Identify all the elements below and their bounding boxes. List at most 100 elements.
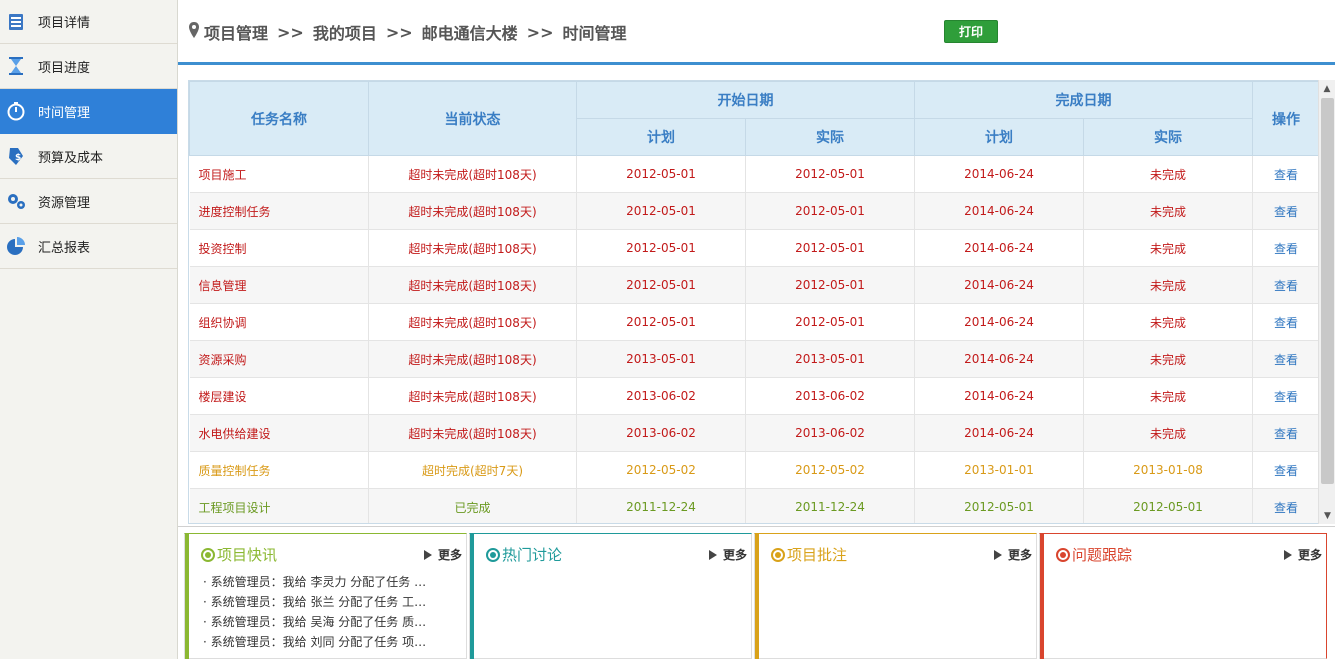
list-item[interactable]: 系统管理员：我给 李灵力 分配了任务 …	[203, 572, 458, 592]
sidebar-item-resource-management[interactable]: 资源管理	[0, 179, 177, 224]
cell-start-planned: 2011-12-24	[576, 488, 746, 523]
cell-status: 超时未完成(超时108天)	[368, 377, 577, 415]
cell-task-name: 质量控制任务	[189, 451, 369, 489]
cell-end-planned: 2014-06-24	[914, 229, 1084, 267]
view-link[interactable]: 查看	[1252, 451, 1320, 489]
view-link[interactable]: 查看	[1252, 303, 1320, 341]
panel-title-text: 问题跟踪	[1072, 546, 1133, 564]
more-label: 更多	[1297, 548, 1322, 562]
cell-end-planned: 2013-01-01	[914, 451, 1084, 489]
sidebar-item-time-management[interactable]: 时间管理	[0, 89, 177, 134]
task-table-container: 任务名称 当前状态 开始日期 完成日期 操作 计划 实际 计划 实际 项目施工超…	[188, 80, 1335, 524]
column-header-action: 操作	[1252, 81, 1320, 156]
cell-end-actual: 2013-01-08	[1083, 451, 1253, 489]
breadcrumb-item-project-management[interactable]: 项目管理	[204, 20, 268, 44]
panel-title: 热门讨论	[486, 544, 562, 565]
sidebar-item-project-progress[interactable]: 项目进度	[0, 44, 177, 89]
more-label: 更多	[437, 548, 462, 562]
location-pin-icon	[188, 21, 200, 43]
scrollbar-thumb[interactable]	[1321, 98, 1334, 484]
panel-title: 项目批注	[771, 544, 847, 565]
sidebar-item-project-details[interactable]: 项目详情	[0, 0, 177, 44]
cell-start-actual: 2012-05-01	[745, 155, 915, 193]
cell-task-name: 项目施工	[189, 155, 369, 193]
price-tag-icon: $	[6, 146, 26, 166]
cell-status: 超时未完成(超时108天)	[368, 229, 577, 267]
section-divider	[178, 526, 1335, 527]
print-button[interactable]: 打印	[944, 20, 998, 43]
cell-task-name: 组织协调	[189, 303, 369, 341]
cell-start-planned: 2012-05-01	[576, 155, 746, 193]
view-link[interactable]: 查看	[1252, 192, 1320, 230]
breadcrumb-item-current: 时间管理	[562, 24, 627, 43]
cell-start-actual: 2011-12-24	[745, 488, 915, 523]
svg-text:$: $	[15, 153, 21, 163]
breadcrumb-separator: >>	[277, 22, 304, 42]
table-row: 项目施工 超时未完成(超时108天) 2012-05-01 2012-05-01 201…	[189, 155, 1320, 193]
breadcrumb-item-project[interactable]: 邮电通信大楼	[422, 20, 518, 44]
cell-status: 超时未完成(超时108天)	[368, 266, 577, 304]
breadcrumb-separator: >>	[385, 22, 413, 42]
sidebar-item-label: 预算及成本	[38, 150, 104, 166]
cell-end-planned: 2014-06-24	[914, 303, 1084, 341]
column-header-end-date: 完成日期	[914, 81, 1253, 119]
header: 项目管理 >> 我的项目 >> 邮电通信大楼 >> 时间管理 打印	[178, 0, 1335, 62]
sidebar-item-summary-report[interactable]: 汇总报表	[0, 224, 177, 269]
cell-start-planned: 2013-06-02	[576, 414, 746, 452]
cell-start-actual: 2013-05-01	[745, 340, 915, 378]
cell-end-actual: 未完成	[1083, 377, 1253, 415]
cell-end-planned: 2014-06-24	[914, 155, 1084, 193]
view-link[interactable]: 查看	[1252, 266, 1320, 304]
view-link[interactable]: 查看	[1252, 340, 1320, 378]
panel-title-text: 热门讨论	[502, 546, 563, 564]
more-link[interactable]: 更多	[1283, 546, 1322, 563]
view-link[interactable]: 查看	[1252, 155, 1320, 193]
breadcrumb-item-my-projects[interactable]: 我的项目	[313, 20, 377, 44]
table-row: 资源采购 超时未完成(超时108天) 2013-05-01 2013-05-01 201…	[189, 340, 1320, 378]
column-header-task-name: 任务名称	[189, 81, 369, 156]
list-item[interactable]: 系统管理员：我给 刘同 分配了任务 项…	[203, 632, 458, 652]
column-header-start-planned: 计划	[576, 118, 746, 156]
cell-end-planned: 2014-06-24	[914, 340, 1084, 378]
panel-accent-bar	[185, 534, 189, 659]
cell-end-actual: 未完成	[1083, 414, 1253, 452]
view-link[interactable]: 查看	[1252, 488, 1320, 523]
cell-end-planned: 2012-05-01	[914, 488, 1084, 523]
sidebar: 项目详情 项目进度 时间管理 $ 预算及成本 资源管理 汇总报表	[0, 0, 178, 659]
view-link[interactable]: 查看	[1252, 229, 1320, 267]
panel-title: 问题跟踪	[1056, 544, 1132, 565]
view-link[interactable]: 查看	[1252, 414, 1320, 452]
table-row: 信息管理 超时未完成(超时108天) 2012-05-01 2012-05-01 201…	[189, 266, 1320, 304]
cell-end-actual: 2012-05-01	[1083, 488, 1253, 523]
cell-start-planned: 2012-05-02	[576, 451, 746, 489]
column-header-start-date: 开始日期	[576, 81, 915, 119]
cell-status: 已完成	[368, 488, 577, 523]
cell-task-name: 工程项目设计	[189, 488, 369, 523]
table-scrollbar[interactable]: ▲ ▼	[1318, 80, 1335, 524]
scroll-down-arrow-icon[interactable]: ▼	[1319, 507, 1335, 524]
cell-end-actual: 未完成	[1083, 303, 1253, 341]
more-link[interactable]: 更多	[993, 546, 1032, 563]
sidebar-item-label: 汇总报表	[38, 240, 91, 256]
play-triangle-icon	[993, 549, 1002, 560]
sidebar-item-label: 时间管理	[38, 105, 91, 121]
table-row: 质量控制任务 超时完成(超时7天) 2012-05-02 2012-05-02 2013…	[189, 451, 1320, 489]
more-link[interactable]: 更多	[423, 546, 462, 563]
scroll-up-arrow-icon[interactable]: ▲	[1319, 80, 1335, 97]
cell-start-actual: 2012-05-01	[745, 303, 915, 341]
cell-start-planned: 2012-05-01	[576, 229, 746, 267]
panel-title: 项目快讯	[201, 544, 277, 565]
cell-end-planned: 2014-06-24	[914, 414, 1084, 452]
breadcrumb: 项目管理 >> 我的项目 >> 邮电通信大楼 >> 时间管理	[188, 20, 627, 44]
more-link[interactable]: 更多	[708, 546, 747, 563]
panel-accent-bar	[470, 534, 474, 659]
view-link[interactable]: 查看	[1252, 377, 1320, 415]
column-header-end-actual: 实际	[1083, 118, 1253, 156]
list-item[interactable]: 系统管理员：我给 吴海 分配了任务 质…	[203, 612, 458, 632]
sidebar-item-budget-cost[interactable]: $ 预算及成本	[0, 134, 177, 179]
cell-start-planned: 2012-05-01	[576, 192, 746, 230]
stopwatch-icon	[6, 101, 26, 121]
list-item[interactable]: 系统管理员：我给 张兰 分配了任务 工…	[203, 592, 458, 612]
cell-task-name: 投资控制	[189, 229, 369, 267]
cell-start-planned: 2013-06-02	[576, 377, 746, 415]
